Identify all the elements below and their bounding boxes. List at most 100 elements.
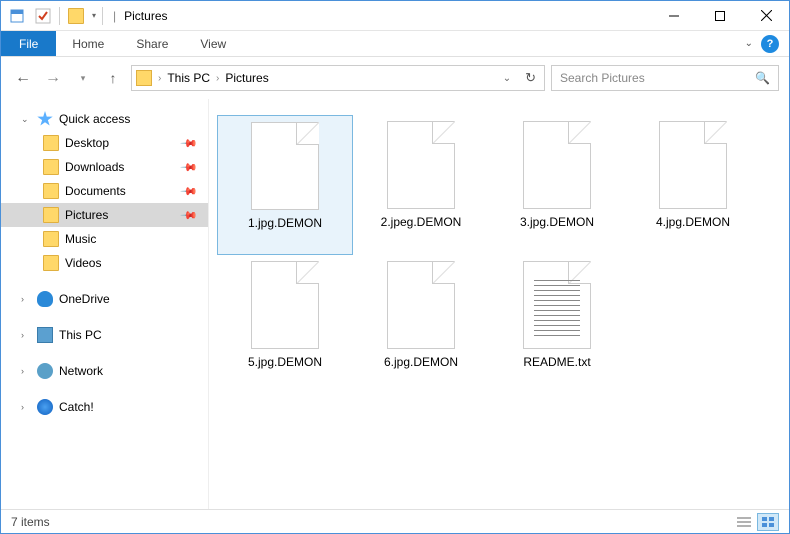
chevron-down-icon[interactable]: ⌄ bbox=[21, 114, 31, 125]
sidebar-catch[interactable]: › Catch! bbox=[1, 395, 208, 419]
chevron-right-icon[interactable]: › bbox=[214, 73, 221, 84]
folder-icon bbox=[43, 183, 59, 199]
sidebar-item-label: Pictures bbox=[65, 208, 108, 222]
folder-icon bbox=[43, 207, 59, 223]
chevron-right-icon[interactable]: › bbox=[21, 330, 31, 340]
sidebar-item-label: OneDrive bbox=[59, 292, 110, 306]
onedrive-icon bbox=[37, 291, 53, 307]
file-item[interactable]: 4.jpg.DEMON bbox=[625, 115, 761, 255]
sidebar-item-videos[interactable]: Videos bbox=[1, 251, 208, 275]
sidebar-item-label: Quick access bbox=[59, 112, 130, 126]
qat-dropdown-icon[interactable]: ▾ bbox=[90, 11, 98, 20]
title-separator: | bbox=[109, 9, 120, 23]
star-icon bbox=[37, 111, 53, 127]
folder-icon bbox=[43, 159, 59, 175]
large-icons-view-button[interactable] bbox=[757, 513, 779, 531]
ribbon-tab-share[interactable]: Share bbox=[120, 31, 184, 56]
sidebar-item-label: Documents bbox=[65, 184, 126, 198]
status-bar: 7 items bbox=[1, 509, 789, 533]
chevron-right-icon[interactable]: › bbox=[21, 294, 31, 304]
window-controls bbox=[651, 1, 789, 31]
search-placeholder: Search Pictures bbox=[560, 71, 645, 85]
sidebar-item-music[interactable]: Music bbox=[1, 227, 208, 251]
qat-separator bbox=[59, 7, 60, 25]
recent-dropdown-icon[interactable]: ▾ bbox=[71, 66, 95, 90]
back-button[interactable]: ← bbox=[11, 66, 35, 90]
ribbon: File Home Share View ⌄ ? bbox=[1, 31, 789, 57]
sidebar-network[interactable]: › Network bbox=[1, 359, 208, 383]
minimize-button[interactable] bbox=[651, 1, 697, 31]
qat-properties-icon[interactable] bbox=[5, 5, 29, 27]
file-icon bbox=[523, 121, 591, 209]
file-icon bbox=[523, 261, 591, 349]
sidebar-item-label: Network bbox=[59, 364, 103, 378]
pin-icon: 📌 bbox=[180, 134, 199, 153]
breadcrumb-this-pc[interactable]: This PC bbox=[167, 71, 210, 85]
sidebar-item-label: Music bbox=[65, 232, 96, 246]
file-icon bbox=[251, 261, 319, 349]
chevron-right-icon[interactable]: › bbox=[21, 402, 31, 412]
help-icon[interactable]: ? bbox=[761, 35, 779, 53]
sidebar-item-label: Downloads bbox=[65, 160, 124, 174]
qat-folder-icon[interactable] bbox=[64, 5, 88, 27]
main-area: ⌄ Quick access Desktop📌Downloads📌Documen… bbox=[1, 99, 789, 511]
qat-check-icon[interactable] bbox=[31, 5, 55, 27]
ribbon-tab-view[interactable]: View bbox=[184, 31, 242, 56]
address-dropdown-icon[interactable]: ⌄ bbox=[497, 73, 517, 84]
details-view-button[interactable] bbox=[733, 513, 755, 531]
file-name: 2.jpeg.DEMON bbox=[381, 215, 462, 229]
file-icon bbox=[387, 261, 455, 349]
file-name: 5.jpg.DEMON bbox=[248, 355, 322, 369]
ribbon-tab-home[interactable]: Home bbox=[56, 31, 120, 56]
sidebar-item-desktop[interactable]: Desktop📌 bbox=[1, 131, 208, 155]
address-bar[interactable]: › This PC › Pictures ⌄ ↻ bbox=[131, 65, 545, 91]
folder-icon bbox=[43, 231, 59, 247]
sidebar-quick-access[interactable]: ⌄ Quick access bbox=[1, 107, 208, 131]
ribbon-expand-icon[interactable]: ⌄ bbox=[745, 38, 753, 49]
forward-button[interactable]: → bbox=[41, 66, 65, 90]
chevron-right-icon[interactable]: › bbox=[156, 73, 163, 84]
pc-icon bbox=[37, 327, 53, 343]
sidebar-onedrive[interactable]: › OneDrive bbox=[1, 287, 208, 311]
up-button[interactable]: ↑ bbox=[101, 70, 125, 86]
breadcrumb-pictures[interactable]: Pictures bbox=[225, 71, 268, 85]
file-name: README.txt bbox=[523, 355, 590, 369]
sidebar-item-downloads[interactable]: Downloads📌 bbox=[1, 155, 208, 179]
file-icon bbox=[659, 121, 727, 209]
file-name: 1.jpg.DEMON bbox=[248, 216, 322, 230]
file-icon bbox=[387, 121, 455, 209]
close-button[interactable] bbox=[743, 1, 789, 31]
file-name: 6.jpg.DEMON bbox=[384, 355, 458, 369]
chevron-right-icon[interactable]: › bbox=[21, 366, 31, 376]
window-title: Pictures bbox=[124, 9, 167, 23]
file-icon bbox=[251, 122, 319, 210]
quick-access-toolbar: ▾ bbox=[1, 5, 109, 27]
file-item[interactable]: 6.jpg.DEMON bbox=[353, 255, 489, 395]
file-item[interactable]: 3.jpg.DEMON bbox=[489, 115, 625, 255]
search-icon: 🔍 bbox=[755, 71, 770, 85]
file-name: 3.jpg.DEMON bbox=[520, 215, 594, 229]
address-folder-icon bbox=[136, 70, 152, 86]
pin-icon: 📌 bbox=[180, 206, 199, 225]
file-item[interactable]: 1.jpg.DEMON bbox=[217, 115, 353, 255]
pin-icon: 📌 bbox=[180, 182, 199, 201]
search-input[interactable]: Search Pictures 🔍 bbox=[551, 65, 779, 91]
sidebar-item-documents[interactable]: Documents 📌 bbox=[1, 179, 208, 203]
file-grid[interactable]: 1.jpg.DEMON 2.jpeg.DEMON 3.jpg.DEMON 4.jpg.… bbox=[209, 99, 789, 511]
maximize-button[interactable] bbox=[697, 1, 743, 31]
qat-separator bbox=[102, 7, 103, 25]
ribbon-file-tab[interactable]: File bbox=[1, 31, 56, 56]
sidebar-item-label: Videos bbox=[65, 256, 101, 270]
network-icon bbox=[37, 363, 53, 379]
folder-icon bbox=[43, 135, 59, 151]
refresh-button[interactable]: ↻ bbox=[521, 70, 540, 86]
sidebar-this-pc[interactable]: › This PC bbox=[1, 323, 208, 347]
sidebar-item-pictures[interactable]: Pictures 📌 bbox=[1, 203, 208, 227]
file-item[interactable]: 2.jpeg.DEMON bbox=[353, 115, 489, 255]
file-name: 4.jpg.DEMON bbox=[656, 215, 730, 229]
navigation-pane[interactable]: ⌄ Quick access Desktop📌Downloads📌Documen… bbox=[1, 99, 209, 511]
file-item[interactable]: README.txt bbox=[489, 255, 625, 395]
file-item[interactable]: 5.jpg.DEMON bbox=[217, 255, 353, 395]
sidebar-item-label: Catch! bbox=[59, 400, 94, 414]
catch-icon bbox=[37, 399, 53, 415]
